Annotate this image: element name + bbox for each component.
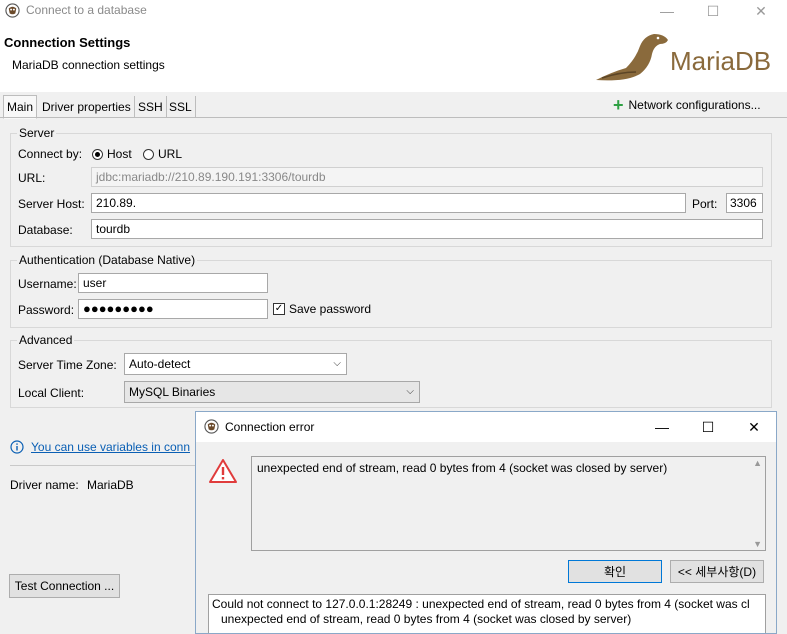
tab-ssl-label: SSL — [169, 99, 192, 114]
scroll-down-icon[interactable]: ▼ — [753, 539, 762, 549]
local-client-select[interactable]: MySQL Binaries ⌵ — [124, 381, 420, 403]
tab-main-label: Main — [7, 100, 34, 114]
variables-info-link[interactable]: You can use variables in conn — [31, 440, 190, 454]
driver-name-label: Driver name: — [10, 478, 79, 492]
error-dialog-maximize-button[interactable]: ☐ — [685, 416, 731, 438]
details-button[interactable]: << 세부사항(D) — [670, 560, 764, 583]
network-configurations-link[interactable]: + Network configurations... — [613, 95, 761, 115]
port-field[interactable]: 3306 — [726, 193, 763, 213]
url-field[interactable]: jdbc:mariadb://210.89.190.191:3306/tourd… — [91, 167, 763, 187]
minimize-button[interactable]: — — [644, 0, 690, 22]
close-button[interactable]: ✕ — [738, 0, 784, 22]
database-field[interactable]: tourdb — [91, 219, 763, 239]
tab-divider — [0, 117, 787, 118]
host-radio-label: Host — [107, 147, 132, 161]
dbeaver-icon — [204, 419, 219, 434]
timezone-label: Server Time Zone: — [18, 358, 117, 372]
advanced-group-label: Advanced — [17, 333, 75, 347]
url-label: URL: — [18, 171, 46, 185]
page-subtitle: MariaDB connection settings — [12, 58, 165, 72]
error-dialog-title: Connection error — [225, 420, 315, 434]
error-dialog-minimize-button[interactable]: — — [639, 416, 685, 438]
error-message-box: unexpected end of stream, read 0 bytes f… — [251, 456, 766, 551]
error-details-box[interactable]: Could not connect to 127.0.0.1:28249 : u… — [208, 594, 766, 633]
warning-icon — [209, 459, 237, 483]
error-dialog-title-bar: Connection error — ☐ ✕ — [196, 412, 776, 442]
dbeaver-icon — [5, 3, 20, 18]
maximize-icon: ☐ — [706, 2, 720, 19]
error-details-line-2: unexpected end of stream, read 0 bytes f… — [221, 612, 632, 626]
scroll-up-icon[interactable]: ▲ — [753, 458, 762, 468]
timezone-select[interactable]: Auto-detect ⌵ — [124, 353, 347, 375]
server-host-label: Server Host: — [18, 197, 85, 211]
mariadb-logo-text: MariaDB — [670, 46, 772, 76]
title-bar: Connect to a database — ☐ ✕ — [0, 0, 787, 22]
plus-icon: + — [613, 95, 624, 115]
error-dialog-close-button[interactable]: ✕ — [731, 416, 776, 438]
save-password-checkbox[interactable]: ✓ Save password — [273, 302, 371, 316]
minimize-icon: — — [655, 419, 669, 435]
local-client-label: Local Client: — [18, 386, 85, 400]
test-connection-button[interactable]: Test Connection ... — [9, 574, 120, 598]
network-configurations-label: Network configurations... — [628, 98, 761, 112]
timezone-value: Auto-detect — [129, 357, 191, 371]
tab-ssh-label: SSH — [138, 99, 163, 114]
username-label: Username: — [18, 277, 77, 291]
server-host-field[interactable]: 210.89. — [91, 193, 686, 213]
page-title: Connection Settings — [4, 35, 131, 50]
tab-main[interactable]: Main — [3, 95, 38, 119]
password-label: Password: — [18, 303, 75, 317]
maximize-icon: ☐ — [701, 418, 715, 435]
url-radio[interactable]: URL — [143, 147, 182, 161]
auth-group-label: Authentication (Database Native) — [17, 253, 198, 267]
save-password-label: Save password — [289, 302, 372, 316]
database-label: Database: — [18, 223, 73, 237]
info-icon — [10, 440, 24, 454]
radio-selected-icon — [92, 148, 103, 160]
window-title: Connect to a database — [26, 3, 147, 17]
username-field[interactable]: user — [78, 273, 268, 293]
error-message: unexpected end of stream, read 0 bytes f… — [257, 461, 668, 475]
error-details-line-1: Could not connect to 127.0.0.1:28249 : u… — [212, 597, 750, 611]
host-radio[interactable]: Host — [92, 147, 132, 161]
dialog-header: Connection Settings MariaDB connection s… — [0, 22, 787, 92]
tab-driver-properties-label: Driver properties — [42, 99, 131, 114]
chevron-down-icon: ⌵ — [333, 358, 341, 369]
tab-ssl[interactable]: SSL — [166, 96, 196, 117]
variables-info: You can use variables in conn — [10, 440, 190, 454]
chevron-down-icon: ⌵ — [406, 386, 414, 397]
radio-unselected-icon — [143, 148, 154, 160]
close-icon: ✕ — [748, 418, 760, 435]
tab-ssh[interactable]: SSH — [135, 96, 167, 117]
minimize-icon: — — [660, 3, 674, 19]
password-field[interactable]: ●●●●●●●●● — [78, 299, 268, 319]
url-radio-label: URL — [158, 147, 183, 161]
port-label: Port: — [692, 197, 718, 211]
ok-button[interactable]: 확인 — [568, 560, 662, 583]
local-client-value: MySQL Binaries — [129, 385, 216, 399]
separator — [10, 465, 210, 466]
checkmark-icon: ✓ — [273, 303, 285, 315]
connection-error-dialog: Connection error — ☐ ✕ unexpected end of… — [195, 411, 777, 634]
connect-by-label: Connect by: — [18, 147, 83, 161]
close-icon: ✕ — [755, 2, 767, 19]
driver-name-value: MariaDB — [87, 478, 134, 492]
maximize-button[interactable]: ☐ — [690, 0, 736, 22]
server-group-label: Server — [17, 126, 57, 140]
tab-driver-properties[interactable]: Driver properties — [39, 96, 135, 117]
mariadb-seal-logo — [596, 34, 668, 81]
